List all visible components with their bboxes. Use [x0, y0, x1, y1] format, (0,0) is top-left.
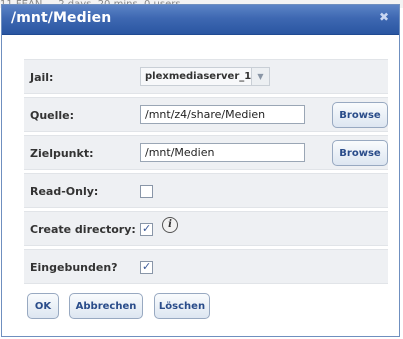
abbrechen-button[interactable]: Abbrechen	[69, 293, 143, 319]
row-create-directory: Create directory: i	[24, 211, 388, 246]
create-directory-checkbox[interactable]	[140, 222, 153, 236]
jail-select-value: plexmediaserver_1	[145, 71, 252, 82]
quelle-browse-button[interactable]: Browse	[332, 102, 388, 128]
ok-button[interactable]: OK	[27, 293, 59, 319]
row-quelle: Quelle: Browse	[24, 97, 388, 132]
create-directory-label: Create directory:	[30, 223, 136, 236]
row-zielpunkt: Zielpunkt: Browse	[24, 135, 388, 170]
quelle-field-wrap	[140, 105, 305, 124]
zielpunkt-field-wrap	[140, 143, 305, 162]
row-jail: Jail: plexmediaserver_1 ▼	[24, 59, 388, 94]
zielpunkt-browse-button[interactable]: Browse	[332, 140, 388, 166]
loeschen-button[interactable]: Löschen	[154, 293, 210, 319]
eingebunden-label: Eingebunden?	[30, 261, 118, 274]
jail-label: Jail:	[30, 71, 54, 84]
row-read-only: Read-Only:	[24, 173, 388, 208]
row-eingebunden: Eingebunden?	[24, 249, 388, 284]
zielpunkt-input[interactable]	[140, 143, 305, 162]
chevron-down-icon[interactable]: ▼	[251, 68, 269, 85]
quelle-label: Quelle:	[30, 109, 75, 122]
quelle-input[interactable]	[140, 105, 305, 124]
read-only-label: Read-Only:	[30, 185, 99, 198]
zielpunkt-label: Zielpunkt:	[30, 147, 94, 160]
read-only-checkbox[interactable]	[140, 185, 153, 198]
eingebunden-checkbox[interactable]	[140, 260, 153, 274]
mount-form: Jail: plexmediaserver_1 ▼ Quelle: Browse…	[2, 5, 399, 336]
info-icon[interactable]: i	[162, 217, 178, 233]
jail-select[interactable]: plexmediaserver_1 ▼	[140, 67, 270, 86]
mount-dialog: /mnt/Medien ✖ Jail: plexmediaserver_1 ▼ …	[1, 4, 400, 337]
